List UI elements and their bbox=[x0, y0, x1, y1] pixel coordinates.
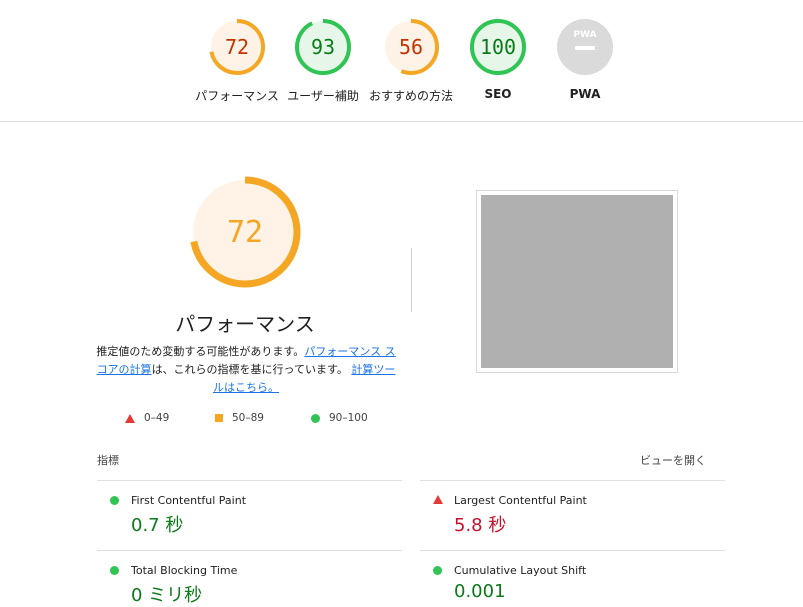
metric-name: Total Blocking Time bbox=[131, 564, 238, 577]
pass-circle-icon bbox=[110, 566, 119, 575]
category-label: ユーザー補助 bbox=[287, 89, 359, 103]
legend-range: 0–49 bbox=[144, 412, 170, 424]
category-gauge-seo[interactable]: 100 SEO bbox=[450, 17, 546, 101]
category-gauge-pwa[interactable]: PWA PWA bbox=[537, 17, 633, 101]
performance-gauge-icon: 72 bbox=[209, 19, 265, 75]
category-gauge-performance[interactable]: 72 パフォーマンス bbox=[189, 17, 285, 104]
category-label: パフォーマンス bbox=[195, 89, 279, 103]
metric-lcp: Largest Contentful Paint 5.8 秒 bbox=[420, 494, 725, 544]
circle-icon bbox=[311, 413, 320, 423]
category-label: おすすめの方法 bbox=[368, 89, 453, 103]
metric-cls: Cumulative Layout Shift 0.001 bbox=[420, 564, 725, 606]
legend-pass: 90–100 bbox=[311, 412, 368, 424]
legend-fail: 0–49 bbox=[125, 412, 169, 424]
category-gauge-accessibility[interactable]: 93 ユーザー補助 bbox=[275, 17, 371, 104]
best-practices-gauge-icon: 56 bbox=[383, 19, 439, 75]
fail-triangle-icon bbox=[433, 495, 443, 504]
category-label: PWA bbox=[569, 87, 601, 101]
metric-name: Largest Contentful Paint bbox=[454, 494, 587, 507]
category-score: 100 bbox=[480, 35, 516, 59]
triangle-icon bbox=[125, 413, 135, 423]
pass-circle-icon bbox=[110, 496, 119, 505]
metric-value: 0.7 秒 bbox=[131, 515, 184, 536]
category-gauge-best-practices[interactable]: 56 おすすめの方法 bbox=[363, 17, 459, 104]
legend-average: 50–89 bbox=[215, 412, 264, 424]
metric-name: First Contentful Paint bbox=[131, 494, 247, 507]
metric-name: Cumulative Layout Shift bbox=[454, 564, 587, 577]
final-screenshot-thumbnail[interactable] bbox=[476, 190, 678, 373]
divider bbox=[97, 550, 402, 551]
legend-range: 90–100 bbox=[329, 412, 368, 424]
metric-value: 0 ミリ秒 bbox=[131, 585, 203, 606]
category-score: 56 bbox=[399, 35, 423, 59]
divider bbox=[420, 480, 725, 481]
hero-title: パフォーマンス bbox=[175, 312, 315, 336]
seo-gauge-icon: 100 bbox=[470, 19, 526, 75]
metric-value: 5.8 秒 bbox=[454, 515, 507, 536]
accessibility-gauge-icon: 93 bbox=[295, 19, 351, 75]
pass-circle-icon bbox=[433, 566, 442, 575]
divider bbox=[420, 550, 725, 551]
category-score: 93 bbox=[311, 35, 335, 59]
divider bbox=[411, 248, 412, 312]
category-summary-bar: 72 パフォーマンス 93 ユーザー補助 56 おすすめの方法 100 SEO … bbox=[0, 0, 803, 122]
pwa-badge-text: PWA bbox=[573, 30, 596, 40]
view-toggle-button[interactable]: ビューを開く bbox=[640, 452, 706, 468]
desc-prefix: 推定値のため変動する可能性があります。 bbox=[96, 345, 305, 358]
metric-fcp: First Contentful Paint 0.7 秒 bbox=[97, 494, 402, 544]
metric-tbt: Total Blocking Time 0 ミリ秒 bbox=[97, 564, 402, 606]
metrics-header: 指標 bbox=[97, 454, 119, 467]
divider bbox=[97, 480, 402, 481]
category-label: SEO bbox=[484, 87, 512, 101]
metric-value: 0.001 bbox=[454, 581, 506, 602]
legend-range: 50–89 bbox=[232, 412, 264, 424]
score-description: 推定値のため変動する可能性があります。パフォーマンス スコアの計算は、これらの指… bbox=[96, 343, 396, 397]
pwa-badge-icon: PWA bbox=[557, 19, 613, 75]
hero-score: 72 bbox=[227, 215, 263, 250]
category-score: 72 bbox=[225, 35, 249, 59]
desc-mid: は、これらの指標を基に行っています。 bbox=[151, 363, 348, 376]
screenshot-image bbox=[481, 195, 673, 368]
square-icon bbox=[215, 414, 223, 422]
